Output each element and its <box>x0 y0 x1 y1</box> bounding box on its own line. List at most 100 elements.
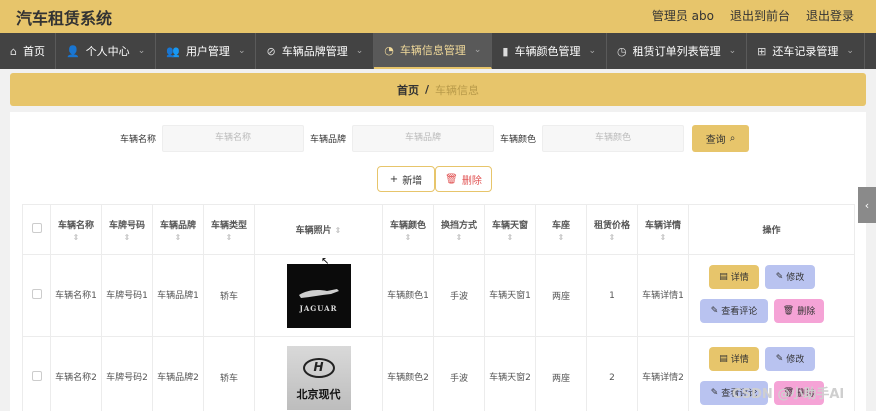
sort-icon[interactable]: ⇕ <box>153 233 203 242</box>
th-seats[interactable]: 车座 ⇕ <box>535 204 587 255</box>
sort-icon[interactable]: ⇕ <box>335 226 342 235</box>
cell-gear: 手波 <box>433 336 485 411</box>
edit-button[interactable]: ✎ 修改 <box>765 264 815 289</box>
photo-caption: JAGUAR <box>299 303 338 313</box>
vehicle-photo-hyundai[interactable]: H 北京现代 <box>286 345 351 410</box>
main-nav: ⌂ 首页 👤 个人中心 ⌄ 👥 用户管理 ⌄ ⊘ 车辆品牌管理 ⌄ ◔ 车辆信息… <box>0 33 876 69</box>
nav-item-personal-center[interactable]: 👤 个人中心 ⌄ <box>56 33 157 69</box>
th-detail[interactable]: 车辆详情 ⇕ <box>637 204 689 255</box>
add-button[interactable]: + 新增 <box>377 166 435 192</box>
cell-vehicle-name: 车辆名称1 <box>50 254 102 337</box>
document-icon: ▤ <box>719 271 728 282</box>
nav-item-user-management[interactable]: 👥 用户管理 ⌄ <box>156 33 257 69</box>
tag-icon: ⊘ <box>266 44 276 58</box>
photo-caption: 北京现代 <box>296 387 341 401</box>
breadcrumb-home-link[interactable]: 首页 <box>397 82 419 98</box>
nav-item-color-management[interactable]: ▮ 车辆颜色管理 ⌄ <box>492 33 608 69</box>
vehicle-name-input[interactable]: 车辆名称 <box>162 125 304 152</box>
detail-button-label: 详情 <box>730 355 749 365</box>
view-reviews-button-label: 查看评论 <box>721 307 758 317</box>
admin-user-label: 管理员 abo <box>651 9 714 23</box>
side-collapse-tab[interactable]: ‹ <box>858 187 876 223</box>
trash-icon: 🗑 <box>782 305 795 316</box>
batch-delete-button[interactable]: 🗑 删除 <box>435 166 492 192</box>
sort-icon[interactable]: ⇕ <box>485 233 535 242</box>
pencil-icon: ✎ <box>775 353 784 364</box>
cell-color: 车辆颜色2 <box>382 336 434 411</box>
cell-detail: 车辆详情1 <box>637 254 689 337</box>
th-sunroof[interactable]: 车辆天窗 ⇕ <box>484 204 536 255</box>
vehicle-table: 车辆名称 ⇕ 车牌号码 ⇕ 车辆品牌 ⇕ 车辆类型 ⇕ 车辆照片 ⇕ 车辆颜色 ⇕ 换挡方式… <box>22 204 855 411</box>
add-button-label: 新增 <box>402 175 423 187</box>
sort-icon[interactable]: ⇕ <box>536 233 586 242</box>
nav-item-home[interactable]: ⌂ 首页 <box>0 33 56 69</box>
logout-link[interactable]: 退出登录 <box>806 7 854 24</box>
table-header-row: 车辆名称 ⇕ 车牌号码 ⇕ 车辆品牌 ⇕ 车辆类型 ⇕ 车辆照片 ⇕ 车辆颜色 ⇕ 换挡方式… <box>22 204 855 255</box>
top-header: 汽车租赁系统 管理员 abo 退出到前台 退出登录 <box>0 0 876 33</box>
cell-photo: H 北京现代 <box>254 336 383 411</box>
detail-button[interactable]: ▤ 详情 <box>709 264 759 289</box>
th-type[interactable]: 车辆类型 ⇕ <box>203 204 255 255</box>
nav-label: 车辆信息管理 <box>399 44 466 57</box>
sort-icon[interactable]: ⇕ <box>434 233 484 242</box>
nav-item-return-records[interactable]: ⊞ 还车记录管理 ⌄ <box>747 33 865 69</box>
cell-sunroof: 车辆天窗1 <box>484 254 536 337</box>
cell-price: 1 <box>586 254 638 337</box>
vehicle-photo-jaguar[interactable]: JAGUAR <box>286 263 351 328</box>
sort-icon[interactable]: ⇕ <box>51 233 101 242</box>
vehicle-brand-input[interactable]: 车辆品牌 <box>352 125 494 152</box>
th-vehicle-name[interactable]: 车辆名称 ⇕ <box>50 204 102 255</box>
sort-icon[interactable]: ⇕ <box>383 233 433 242</box>
detail-button-label: 详情 <box>730 273 749 283</box>
nav-label: 用户管理 <box>185 45 230 58</box>
th-color[interactable]: 车辆颜色 ⇕ <box>382 204 434 255</box>
row-delete-button[interactable]: 🗑 删除 <box>774 298 824 323</box>
th-plate[interactable]: 车牌号码 ⇕ <box>101 204 153 255</box>
th-photo[interactable]: 车辆照片 ⇕ <box>254 204 383 255</box>
breadcrumb: 首页 / 车辆信息 <box>10 73 866 106</box>
clock-icon: ◷ <box>617 44 627 58</box>
header-links: 管理员 abo 退出到前台 退出登录 <box>652 7 854 24</box>
th-operations: 操作 <box>688 204 855 255</box>
back-to-frontend-link[interactable]: 退出到前台 <box>730 7 790 24</box>
table-row: 车辆名称1 车牌号码1 车辆品牌1 轿车 JAGUAR 车辆颜色1 手波 车辆天… <box>22 254 855 337</box>
th-brand[interactable]: 车辆品牌 ⇕ <box>152 204 204 255</box>
sort-icon[interactable]: ⇕ <box>204 233 254 242</box>
nav-label: 个人中心 <box>85 45 130 58</box>
watermark: CSDN @小助手AI <box>732 387 845 402</box>
cell-brand: 车辆品牌1 <box>152 254 204 337</box>
document-icon: ▤ <box>719 353 728 364</box>
cell-operations: ▤ 详情 ✎ 修改 ✎ 查看评论 🗑 删除 <box>688 254 855 337</box>
nav-item-rental-orders[interactable]: ◷ 租赁订单列表管理 ⌄ <box>607 33 748 69</box>
row-checkbox[interactable] <box>31 289 42 299</box>
sort-icon[interactable]: ⇕ <box>638 233 688 242</box>
dashboard-icon: ◔ <box>384 43 394 57</box>
edit-button[interactable]: ✎ 修改 <box>765 346 815 371</box>
sort-icon[interactable]: ⇕ <box>102 233 152 242</box>
view-reviews-button[interactable]: ✎ 查看评论 <box>700 298 768 323</box>
detail-button[interactable]: ▤ 详情 <box>709 346 759 371</box>
chevron-down-icon: ⌄ <box>137 46 146 56</box>
home-icon: ⌂ <box>10 44 17 58</box>
query-button[interactable]: 查询 ⌕ <box>692 125 749 152</box>
content-card: 车辆名称 车辆名称 车辆品牌 车辆品牌 车辆颜色 车辆颜色 查询 ⌕ + 新增 … <box>10 112 866 411</box>
select-all-checkbox[interactable] <box>31 223 42 233</box>
mouse-cursor-icon: ↖ <box>321 256 330 267</box>
chevron-down-icon: ⌄ <box>588 46 597 56</box>
breadcrumb-separator: / <box>424 83 430 96</box>
cell-photo: JAGUAR <box>254 254 383 337</box>
nav-item-vehicle-info[interactable]: ◔ 车辆信息管理 ⌄ <box>374 33 493 69</box>
cell-gear: 手波 <box>433 254 485 337</box>
sort-icon[interactable]: ⇕ <box>587 233 637 242</box>
nav-item-brand-management[interactable]: ⊘ 车辆品牌管理 ⌄ <box>256 33 375 69</box>
row-checkbox[interactable] <box>31 371 42 381</box>
th-price[interactable]: 租赁价格 ⇕ <box>586 204 638 255</box>
th-gear[interactable]: 换挡方式 ⇕ <box>433 204 485 255</box>
vehicle-color-input[interactable]: 车辆颜色 <box>542 125 684 152</box>
row-actions: ▤ 详情 ✎ 修改 ✎ 查看评论 🗑 删除 <box>689 261 854 331</box>
chevron-down-icon: ⌄ <box>728 46 737 56</box>
cell-seats: 两座 <box>535 254 587 337</box>
jaguar-leaper-logo <box>298 288 339 298</box>
trash-icon: 🗑 <box>445 173 458 185</box>
row-select-cell <box>22 254 51 337</box>
